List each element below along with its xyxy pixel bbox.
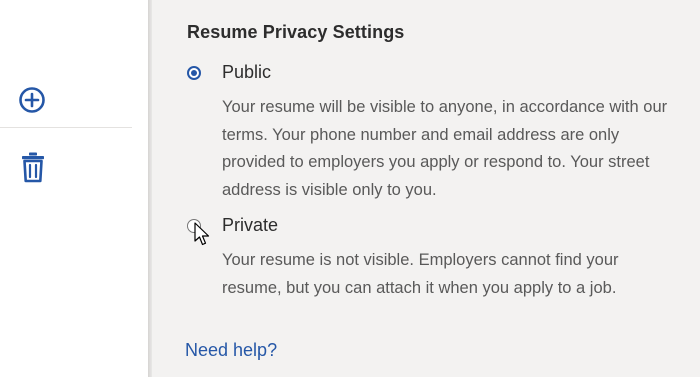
private-description: Your resume is not visible. Employers ca…: [222, 251, 619, 297]
add-button[interactable]: [17, 85, 47, 115]
public-description: Your resume will be visible to anyone, i…: [222, 98, 668, 199]
trash-icon: [22, 152, 44, 183]
sidebar-divider: [0, 127, 132, 128]
private-label[interactable]: Private: [222, 215, 278, 236]
plus-circle-icon: [19, 87, 45, 113]
radio-ring: [187, 219, 201, 233]
need-help-link[interactable]: Need help?: [185, 340, 277, 361]
public-radio[interactable]: [185, 64, 205, 84]
privacy-settings-panel: Resume Privacy Settings Public Your resu…: [152, 0, 700, 377]
sidebar: [0, 0, 148, 377]
private-radio[interactable]: [185, 217, 205, 237]
radio-dot: [191, 70, 197, 76]
panel-title: Resume Privacy Settings: [187, 22, 405, 42]
public-label[interactable]: Public: [222, 62, 271, 83]
delete-button[interactable]: [21, 151, 45, 183]
resume-settings-page: Resume Privacy Settings Public Your resu…: [0, 0, 700, 377]
